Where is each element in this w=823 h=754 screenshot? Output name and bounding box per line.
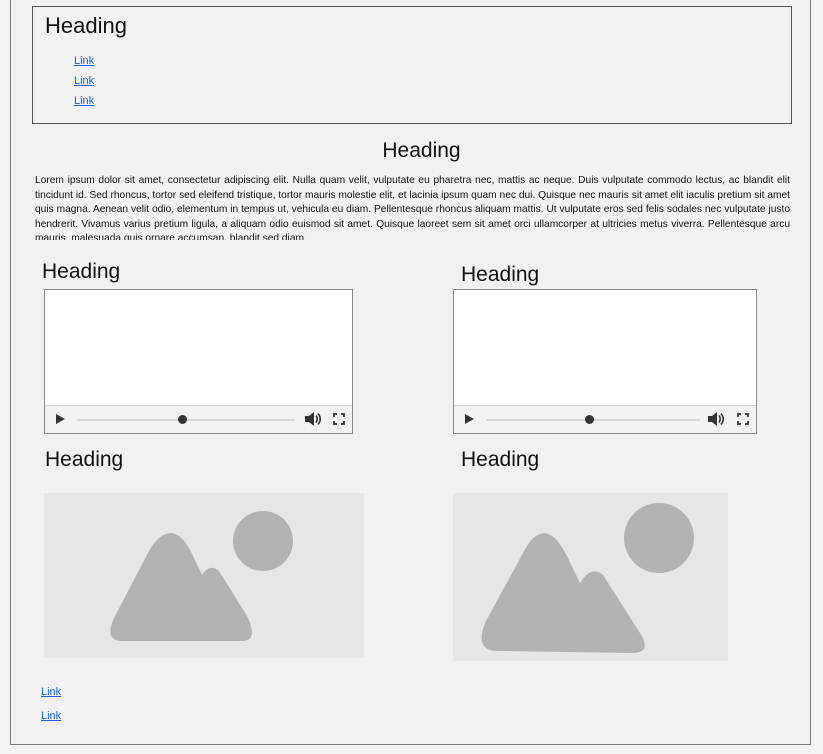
video-1-controls [45,405,352,433]
intro-heading: Heading [382,139,461,162]
video-2-controls [454,405,756,433]
play-icon[interactable] [465,414,474,424]
volume-icon[interactable] [707,411,725,427]
play-icon[interactable] [56,414,65,424]
footer-link-2[interactable]: Link [41,710,61,722]
image-placeholder-icon [481,503,694,653]
nav-heading: Heading [45,13,127,38]
video-1-heading: Heading [42,260,121,283]
image-1-heading: Heading [45,448,124,471]
nav-link-3[interactable]: Link [74,95,94,107]
video-2-heading: Heading [461,263,540,286]
video-player-1[interactable] [44,289,353,434]
image-placeholder-2 [453,493,728,661]
intro-paragraph: Lorem ipsum dolor sit amet, consectetur … [35,175,790,240]
video-player-2[interactable] [453,289,757,434]
image-2-heading: Heading [461,448,540,471]
image-placeholder-1 [44,493,364,658]
nav-link-2[interactable]: Link [74,75,94,87]
video-1-seek-handle[interactable] [178,415,187,424]
nav-box: Heading Link Link Link [32,6,792,124]
nav-link-1[interactable]: Link [74,55,94,67]
footer-link-1[interactable]: Link [41,686,61,698]
image-placeholder-icon [110,511,293,641]
fullscreen-icon[interactable] [333,413,345,425]
video-2-seek-handle[interactable] [585,415,594,424]
volume-icon[interactable] [304,411,322,427]
fullscreen-icon[interactable] [737,413,749,425]
